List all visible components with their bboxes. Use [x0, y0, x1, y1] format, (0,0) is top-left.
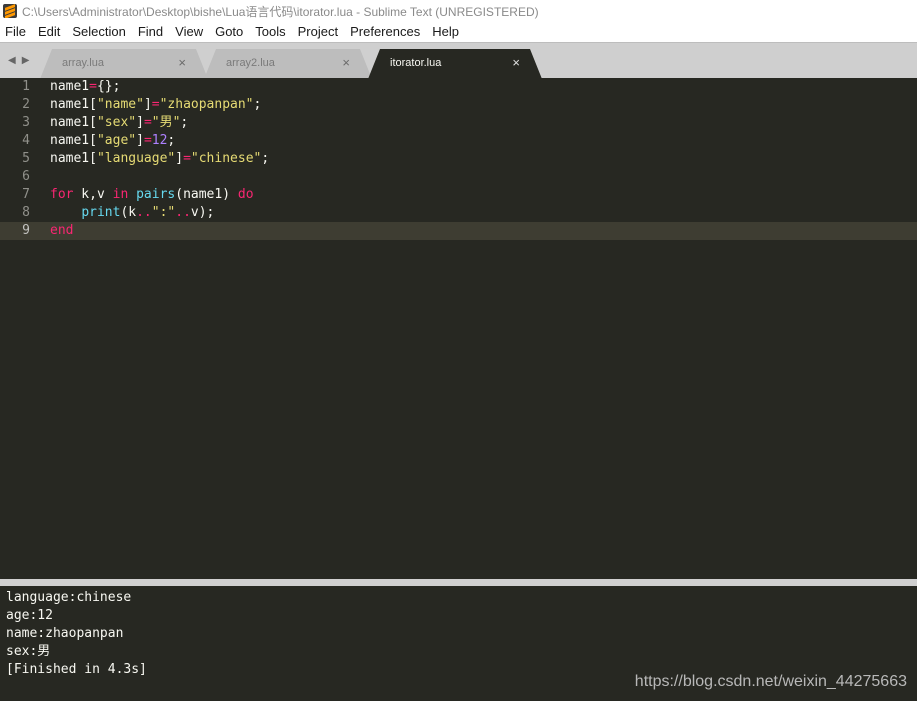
- code-line: for k,v in pairs(name1) do: [50, 186, 254, 204]
- code-token: ..: [136, 205, 152, 220]
- code-token: in: [112, 187, 129, 202]
- code-line: name1["name"]="zhaopanpan";: [50, 96, 261, 114]
- menu-item-project[interactable]: Project: [292, 22, 344, 42]
- line-number: 3: [22, 115, 30, 130]
- code-token: k,v: [73, 187, 113, 202]
- output-line: name:zhaopanpan: [6, 626, 124, 641]
- tab-nav: ◀ ▶: [8, 55, 29, 66]
- menu-item-edit[interactable]: Edit: [32, 22, 66, 42]
- code-token: (k: [120, 205, 137, 220]
- code-token: (name1): [175, 187, 238, 202]
- code-token: "zhaopanpan": [159, 97, 254, 112]
- menu-item-goto[interactable]: Goto: [209, 22, 249, 42]
- code-token: ]: [175, 151, 184, 166]
- tab-label: array.lua: [62, 57, 104, 69]
- line-number: 1: [22, 79, 30, 94]
- code-token: ":": [151, 205, 176, 220]
- tab-label: itorator.lua: [390, 57, 442, 69]
- code-token: "language": [96, 151, 176, 166]
- code-token: name1[: [50, 97, 97, 112]
- code-token: "男": [151, 115, 181, 130]
- line-number-gutter: 1 2 3 4 5 6 7 8 9: [0, 78, 42, 579]
- code-token: print: [81, 205, 121, 220]
- code-token: "age": [96, 133, 137, 148]
- code-token: =: [151, 97, 160, 112]
- output-line: language:chinese: [6, 590, 132, 605]
- code-token: "name": [96, 97, 144, 112]
- code-token: do: [237, 187, 254, 202]
- code-token: "chinese": [190, 151, 262, 166]
- tab-label: array2.lua: [226, 57, 275, 69]
- current-line-highlight: [0, 222, 917, 240]
- code-line: print(k..":"..v);: [50, 204, 214, 222]
- code-token: ;: [253, 97, 262, 112]
- tab-array2-lua[interactable]: array2.lua ×: [204, 49, 372, 79]
- menu-item-file[interactable]: File: [0, 22, 32, 42]
- menu-item-selection[interactable]: Selection: [66, 22, 131, 42]
- code-token: name1[: [50, 115, 97, 130]
- code-line: name1={};: [50, 78, 120, 96]
- tab-array-lua[interactable]: array.lua ×: [40, 49, 208, 79]
- code-line: end: [50, 222, 73, 240]
- tab-close-icon[interactable]: ×: [512, 55, 520, 70]
- code-token: ]: [136, 133, 144, 148]
- code-token: =: [143, 115, 152, 130]
- code-token: end: [50, 223, 74, 238]
- code-token: ;: [261, 151, 270, 166]
- code-token: 12: [151, 133, 168, 148]
- code-line: name1["age"]=12;: [50, 132, 175, 150]
- build-output-panel: https://blog.csdn.net/weixin_44275663 la…: [0, 586, 917, 701]
- line-number: 5: [22, 151, 30, 166]
- code-token: name1[: [50, 151, 97, 166]
- watermark: https://blog.csdn.net/weixin_44275663: [634, 673, 907, 690]
- menu-item-preferences[interactable]: Preferences: [344, 22, 426, 42]
- code-token: =: [183, 151, 191, 166]
- code-token: ;: [167, 133, 176, 148]
- code-token: ..: [175, 205, 191, 220]
- code-token: =: [89, 79, 97, 94]
- tab-close-icon[interactable]: ×: [342, 55, 350, 70]
- line-number: 6: [22, 169, 30, 184]
- code-token: ]: [143, 97, 152, 112]
- menu-item-find[interactable]: Find: [132, 22, 169, 42]
- code-line: name1["sex"]="男";: [50, 114, 188, 132]
- line-number: 4: [22, 133, 30, 148]
- menu-item-tools[interactable]: Tools: [249, 22, 291, 42]
- menu-item-view[interactable]: View: [169, 22, 209, 42]
- code-token: pairs: [136, 187, 176, 202]
- code-token: for: [50, 187, 74, 202]
- menu-bar: File Edit Selection Find View Goto Tools Projec…: [0, 22, 917, 42]
- code-token: "sex": [96, 115, 137, 130]
- code-line: name1["language"]="chinese";: [50, 150, 269, 168]
- code-token: ]: [136, 115, 144, 130]
- code-token: =: [143, 133, 152, 148]
- tab-next-icon[interactable]: ▶: [22, 55, 30, 66]
- tab-prev-icon[interactable]: ◀: [8, 55, 16, 66]
- line-number: 9: [22, 223, 30, 238]
- title-bar: C:\Users\Administrator\Desktop\bishe\Lua…: [0, 0, 917, 22]
- line-number: 8: [22, 205, 30, 220]
- tab-bar: ◀ ▶ array.lua × array2.lua × itorator.lu…: [0, 42, 917, 78]
- menu-item-help[interactable]: Help: [426, 22, 465, 42]
- line-number: 7: [22, 187, 30, 202]
- output-line: age:12: [6, 608, 53, 623]
- code-token: name1[: [50, 133, 97, 148]
- code-editor[interactable]: 123456789 name1={}; name1["name"]="zhaopa…: [0, 78, 917, 579]
- output-line: [Finished in 4.3s]: [6, 662, 147, 677]
- tab-close-icon[interactable]: ×: [178, 55, 186, 70]
- window-title: C:\Users\Administrator\Desktop\bishe\Lua…: [22, 4, 539, 19]
- code-token: {};: [96, 79, 121, 94]
- output-line: sex:男: [6, 644, 51, 659]
- tab-itorator-lua[interactable]: itorator.lua ×: [368, 49, 542, 79]
- code-token: name1: [50, 79, 90, 94]
- sublime-app-icon: [3, 4, 17, 18]
- panel-splitter[interactable]: [0, 579, 917, 586]
- line-number: 2: [22, 97, 30, 112]
- code-token: v);: [190, 205, 215, 220]
- code-token: ;: [180, 115, 189, 130]
